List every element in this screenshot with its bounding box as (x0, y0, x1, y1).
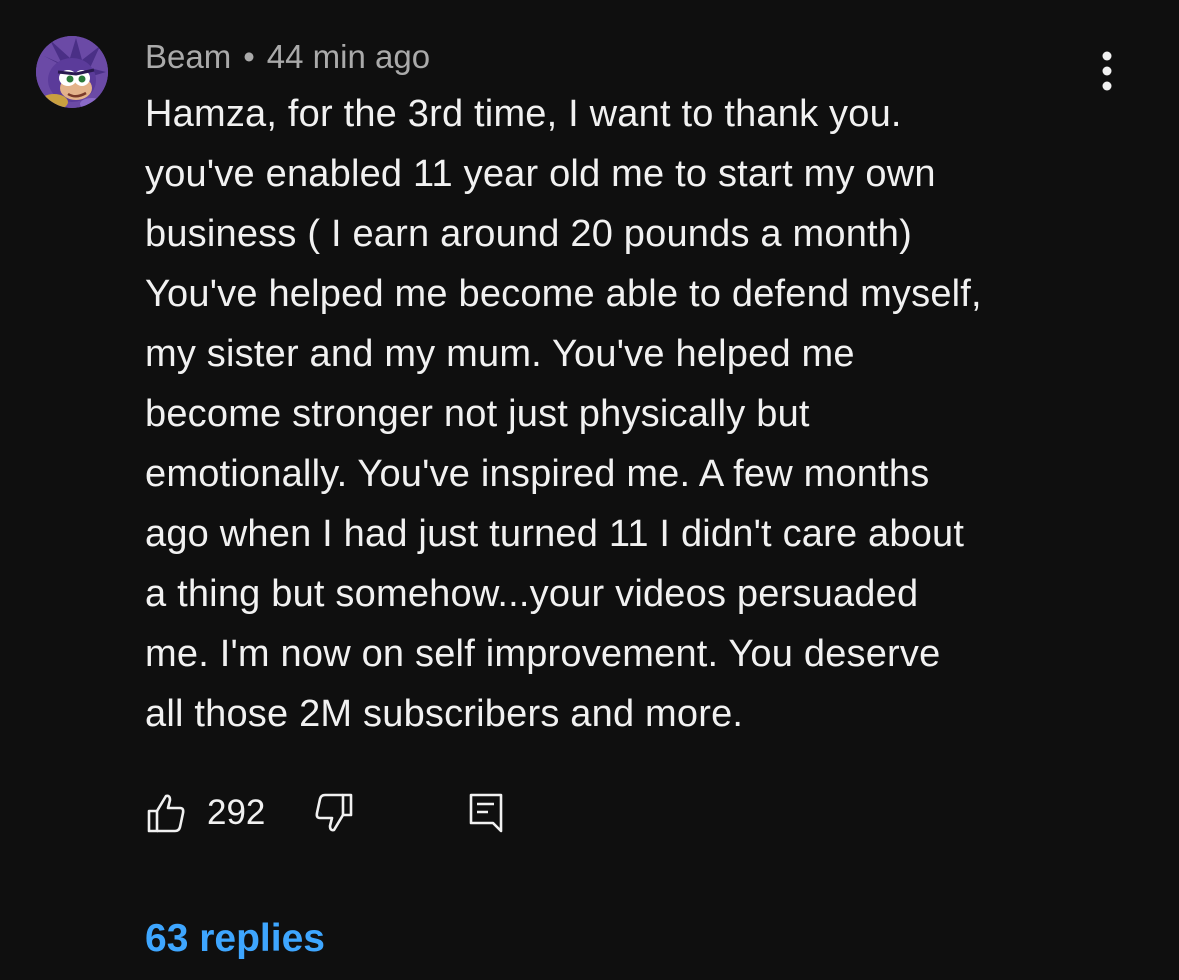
avatar[interactable] (36, 36, 108, 108)
comment-reply-icon (470, 793, 503, 833)
meta-separator: • (243, 38, 255, 75)
comment-text: Hamza, for the 3rd time, I want to thank… (145, 93, 982, 735)
author-name[interactable]: Beam (145, 38, 231, 75)
character-avatar-icon (36, 36, 108, 108)
comment-timestamp[interactable]: 44 min ago (267, 38, 430, 75)
comment-thread: Beam • 44 min ago Hamza, for the 3rd time,… (0, 0, 1179, 980)
view-replies-link[interactable]: 63 replies (145, 912, 325, 966)
dislike-button[interactable] (313, 792, 355, 834)
like-button[interactable] (145, 792, 187, 834)
thumbs-down-icon (315, 793, 353, 832)
comment-meta: Beam • 44 min ago (145, 36, 430, 78)
like-count: 292 (207, 793, 266, 832)
thumbs-up-icon (147, 794, 185, 833)
comment-actions: 292 (145, 790, 507, 836)
reply-button[interactable] (467, 791, 507, 835)
